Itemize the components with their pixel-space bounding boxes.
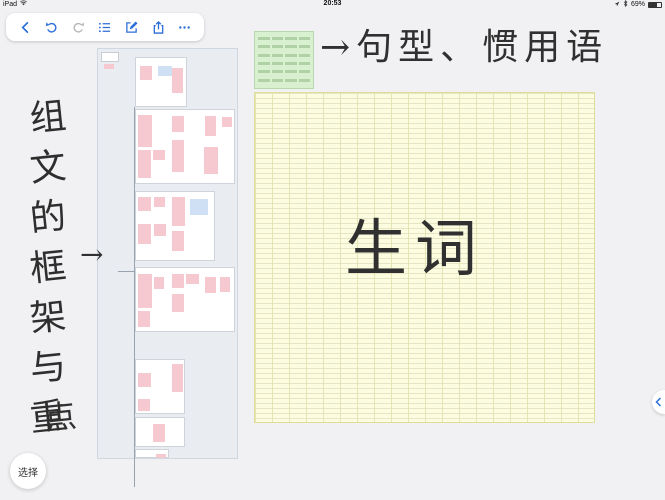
side-panel-toggle[interactable] [652,390,665,414]
phrase-table[interactable] [254,31,314,89]
sticky-note[interactable] [172,274,184,288]
sticky-note[interactable] [156,454,166,458]
connector-line [118,271,134,272]
list-icon [99,22,111,32]
sticky-note[interactable] [172,364,183,392]
sticky-note[interactable] [172,116,184,132]
outline-button[interactable] [95,17,115,37]
sticky-note[interactable] [138,197,151,211]
sticky-note[interactable] [138,274,152,308]
sticky-note[interactable] [138,150,151,178]
sticky-note[interactable] [138,373,151,387]
clock: 20:53 [323,0,342,7]
status-bar: iPad 20:53 69% [0,0,665,8]
select-button[interactable]: 选择 [10,453,46,489]
back-button[interactable] [15,17,35,37]
ellipsis-icon [179,25,191,29]
edit-button[interactable] [122,17,142,37]
chevron-left-icon [21,21,28,33]
sticky-note[interactable] [220,277,230,292]
sticky-note[interactable] [190,199,208,215]
sticky-note[interactable] [153,150,165,160]
sticky-note[interactable] [154,277,164,289]
location-icon [614,1,620,10]
battery-percent: 69% [630,1,645,8]
sticky-note[interactable] [222,117,232,127]
sticky-note[interactable] [153,424,165,442]
battery-icon [648,2,662,8]
sticky-note[interactable] [140,66,152,80]
redo-button[interactable] [68,17,88,37]
sticky-note[interactable] [138,311,150,327]
sticky-note[interactable] [104,64,114,69]
sticky-note[interactable] [138,115,152,147]
sticky-note[interactable] [172,231,184,251]
sticky-note[interactable] [158,66,172,76]
sticky-note[interactable] [204,147,218,174]
sticky-note[interactable] [154,224,166,236]
share-button[interactable] [148,17,168,37]
sticky-note[interactable] [172,294,184,312]
handwriting-sentence-patterns: →句型、惯用语 [320,27,609,68]
sticky-note[interactable] [186,274,199,284]
undo-button[interactable] [42,17,62,37]
sticky-note[interactable] [138,224,151,244]
chevron-left-icon [655,397,662,407]
mindmap-board[interactable] [97,48,238,487]
more-button[interactable] [175,17,195,37]
sticky-note[interactable] [172,197,185,226]
status-right: 69% [614,0,662,10]
bluetooth-icon [623,0,628,10]
sticky-note[interactable] [205,116,216,136]
sticky-note[interactable] [154,197,165,207]
undo-icon [46,21,57,33]
sticky-note[interactable] [138,399,150,411]
redo-icon [73,21,84,33]
toolbar [6,13,204,41]
root-node[interactable] [101,52,119,62]
share-icon [153,20,163,34]
sticky-note[interactable] [172,68,183,93]
sticky-note[interactable] [172,140,184,172]
handwriting-framework: 组 文 的 框 架 与 重 [27,94,69,440]
pencil-square-icon [126,20,138,33]
sticky-note[interactable] [205,277,216,293]
handwriting-framework-last: 点 [42,396,79,438]
vocabulary-grid[interactable] [254,92,595,423]
